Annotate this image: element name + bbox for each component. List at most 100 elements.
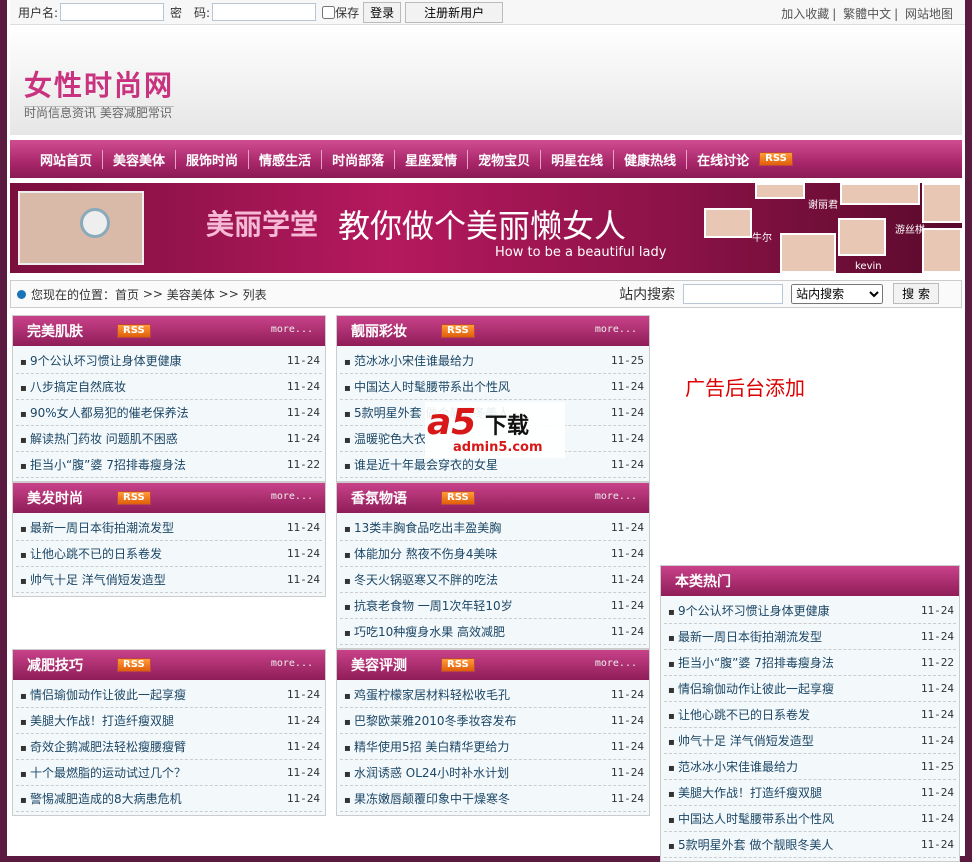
- article-link[interactable]: 奇效企鹅减肥法轻松瘦腰瘦臂: [20, 738, 186, 755]
- article-link[interactable]: 八步搞定自然底妆: [20, 378, 126, 395]
- article-link[interactable]: 情侣瑜伽动作让彼此一起享瘦: [668, 680, 834, 697]
- article-date: 11-24: [286, 380, 320, 393]
- location-icon: [17, 289, 26, 299]
- article-link[interactable]: 美腿大作战！打造纤瘦双腿: [20, 712, 174, 729]
- add-favorite-link[interactable]: 加入收藏: [781, 7, 829, 21]
- breadcrumb-current: 列表: [242, 287, 267, 302]
- article-link[interactable]: 帅气十足 洋气俏短发造型: [20, 571, 166, 588]
- register-button[interactable]: 注册新用户: [405, 1, 504, 23]
- article-link[interactable]: 范冰冰小宋佳谁最给力: [668, 758, 798, 775]
- nav-item[interactable]: 服饰时尚: [175, 149, 248, 169]
- article-link[interactable]: 让他心跳不已的日系卷发: [20, 545, 162, 562]
- nav-item[interactable]: 星座爱情: [394, 149, 467, 169]
- login-button[interactable]: 登录: [363, 1, 402, 23]
- article-link[interactable]: 最新一周日本街拍潮流发型: [20, 519, 174, 536]
- nav-item[interactable]: 在线讨论: [686, 149, 759, 169]
- article-link[interactable]: 果冻嫩唇颠覆印象中干燥寒冬: [344, 790, 510, 807]
- rss-badge[interactable]: RSS: [117, 324, 151, 338]
- list-item: 最新一周日本街拍潮流发型 11-24: [16, 515, 322, 541]
- list-item: 水润诱惑 OL24小时补水计划 11-24: [340, 760, 646, 786]
- more-link[interactable]: more...: [271, 324, 313, 335]
- more-link[interactable]: more...: [595, 658, 637, 669]
- article-link[interactable]: 解读热门药妆 问题肌不困惑: [20, 430, 178, 447]
- article-link[interactable]: 美腿大作战！打造纤瘦双腿: [668, 784, 822, 801]
- article-link[interactable]: 抗衰老食物 一周1次年轻10岁: [344, 597, 513, 614]
- article-date: 11-24: [286, 406, 320, 419]
- article-link[interactable]: 9个公认坏习惯让身体更健康: [668, 602, 830, 619]
- article-link[interactable]: 警惕减肥造成的8大病患危机: [20, 790, 182, 807]
- rss-badge[interactable]: RSS: [117, 658, 151, 672]
- nav-item[interactable]: 时尚部落: [321, 149, 394, 169]
- more-link[interactable]: more...: [595, 491, 637, 502]
- article-date: 11-24: [610, 547, 644, 560]
- article-link[interactable]: 9个公认坏习惯让身体更健康: [20, 352, 182, 369]
- article-link[interactable]: 中国达人时髦腰带系出个性风: [668, 810, 834, 827]
- breadcrumb-home[interactable]: 首页: [115, 286, 139, 303]
- nav-item[interactable]: 情感生活: [248, 149, 321, 169]
- article-link[interactable]: 90%女人都易犯的催老保养法: [20, 404, 189, 421]
- nav-item[interactable]: 宠物宝贝: [467, 149, 540, 169]
- article-link[interactable]: 精华使用5招 美白精华更给力: [344, 738, 509, 755]
- rss-badge[interactable]: RSS: [759, 152, 793, 166]
- article-link[interactable]: 让他心跳不已的日系卷发: [668, 706, 810, 723]
- rss-badge[interactable]: RSS: [441, 324, 475, 338]
- more-link[interactable]: more...: [271, 491, 313, 502]
- rss-badge[interactable]: RSS: [441, 491, 475, 505]
- more-link[interactable]: more...: [271, 658, 313, 669]
- article-link[interactable]: 范冰冰小宋佳谁最给力: [344, 352, 474, 369]
- ad-placeholder: 广告后台添加: [685, 376, 805, 400]
- article-date: 11-24: [920, 812, 954, 825]
- sitemap-link[interactable]: 网站地图: [905, 7, 953, 21]
- username-input[interactable]: [60, 3, 165, 21]
- article-link[interactable]: 帅气十足 洋气俏短发造型: [668, 732, 814, 749]
- article-link[interactable]: 体能加分 熬夜不伤身4美味: [344, 545, 497, 562]
- list-item: 让他心跳不已的日系卷发 11-24: [16, 541, 322, 567]
- search-input[interactable]: [683, 283, 784, 304]
- breadcrumb-label: 您现在的位置：: [31, 287, 116, 302]
- article-link[interactable]: 5款明星外套 做个靓眼冬美人: [668, 836, 833, 853]
- article-link[interactable]: 谁是近十年最会穿衣的女星: [344, 456, 498, 473]
- box-header: 美发时尚 RSS more...: [13, 483, 325, 513]
- list-item: 果冻嫩唇颠覆印象中干燥寒冬 11-24: [340, 786, 646, 812]
- list-item: 情侣瑜伽动作让彼此一起享瘦 11-24: [16, 682, 322, 708]
- article-date: 11-24: [610, 458, 644, 471]
- rss-badge[interactable]: RSS: [441, 658, 475, 672]
- video-thumbnail[interactable]: [18, 191, 144, 265]
- article-link[interactable]: 拒当小“腹”婆 7招排毒瘦身法: [668, 654, 834, 671]
- search-scope-select[interactable]: 站内搜索: [791, 283, 884, 304]
- article-date: 11-24: [286, 740, 320, 753]
- site-logo[interactable]: 女性时尚网: [24, 64, 175, 107]
- nav-item[interactable]: 明星在线: [540, 149, 613, 169]
- banner-title: 美丽学堂: [206, 208, 319, 241]
- article-link[interactable]: 十个最燃脂的运动试过几个？: [20, 764, 186, 781]
- article-date: 11-24: [610, 688, 644, 701]
- article-link[interactable]: 中国达人时髦腰带系出个性风: [344, 378, 510, 395]
- traditional-chinese-link[interactable]: 繁體中文: [843, 7, 891, 21]
- list-item: 鸡蛋柠檬家居材料轻松收毛孔 11-24: [340, 682, 646, 708]
- nav-item[interactable]: 健康热线: [613, 149, 686, 169]
- article-link[interactable]: 13类丰胸食品吃出丰盈美胸: [344, 519, 501, 536]
- article-link[interactable]: 鸡蛋柠檬家居材料轻松收毛孔: [344, 686, 510, 703]
- nav-item[interactable]: 网站首页: [30, 150, 102, 169]
- article-link[interactable]: 拒当小“腹”婆 7招排毒瘦身法: [20, 456, 186, 473]
- article-date: 11-24: [286, 354, 320, 367]
- rss-badge[interactable]: RSS: [117, 491, 151, 505]
- more-link[interactable]: more...: [595, 324, 637, 335]
- search-button[interactable]: 搜 索: [893, 283, 939, 304]
- article-link[interactable]: 冬天火锅驱寒又不胖的吃法: [344, 571, 498, 588]
- article-link[interactable]: 情侣瑜伽动作让彼此一起享瘦: [20, 686, 186, 703]
- article-link[interactable]: 巧吃10种瘦身水果 高效减肥: [344, 623, 505, 640]
- article-link[interactable]: 巴黎欧莱雅2010冬季妆容发布: [344, 712, 517, 729]
- category-box: 完美肌肤RSSmore...9个公认坏习惯让身体更健康11-24八步搞定自然底妆…: [12, 315, 326, 482]
- list-item: 解读热门药妆 问题肌不困惑 11-24: [16, 426, 322, 452]
- play-icon[interactable]: [80, 208, 110, 238]
- article-link[interactable]: 最新一周日本街拍潮流发型: [668, 628, 822, 645]
- banner[interactable]: 美丽学堂 教你做个美丽懒女人 How to be a beautiful lad…: [10, 183, 962, 273]
- remember-checkbox[interactable]: [322, 5, 336, 19]
- nav-item[interactable]: 美容美体: [102, 149, 175, 169]
- article-link[interactable]: 温暖驼色大衣: [344, 430, 426, 447]
- login-bar: 用户名: 密 码: 保存 登录 注册新用户 加入收藏 | 繁體中文 | 网站地图: [10, 0, 965, 25]
- article-link[interactable]: 水润诱惑 OL24小时补水计划: [344, 764, 509, 781]
- breadcrumb-category[interactable]: 美容美体: [167, 286, 215, 303]
- password-input[interactable]: [212, 3, 317, 21]
